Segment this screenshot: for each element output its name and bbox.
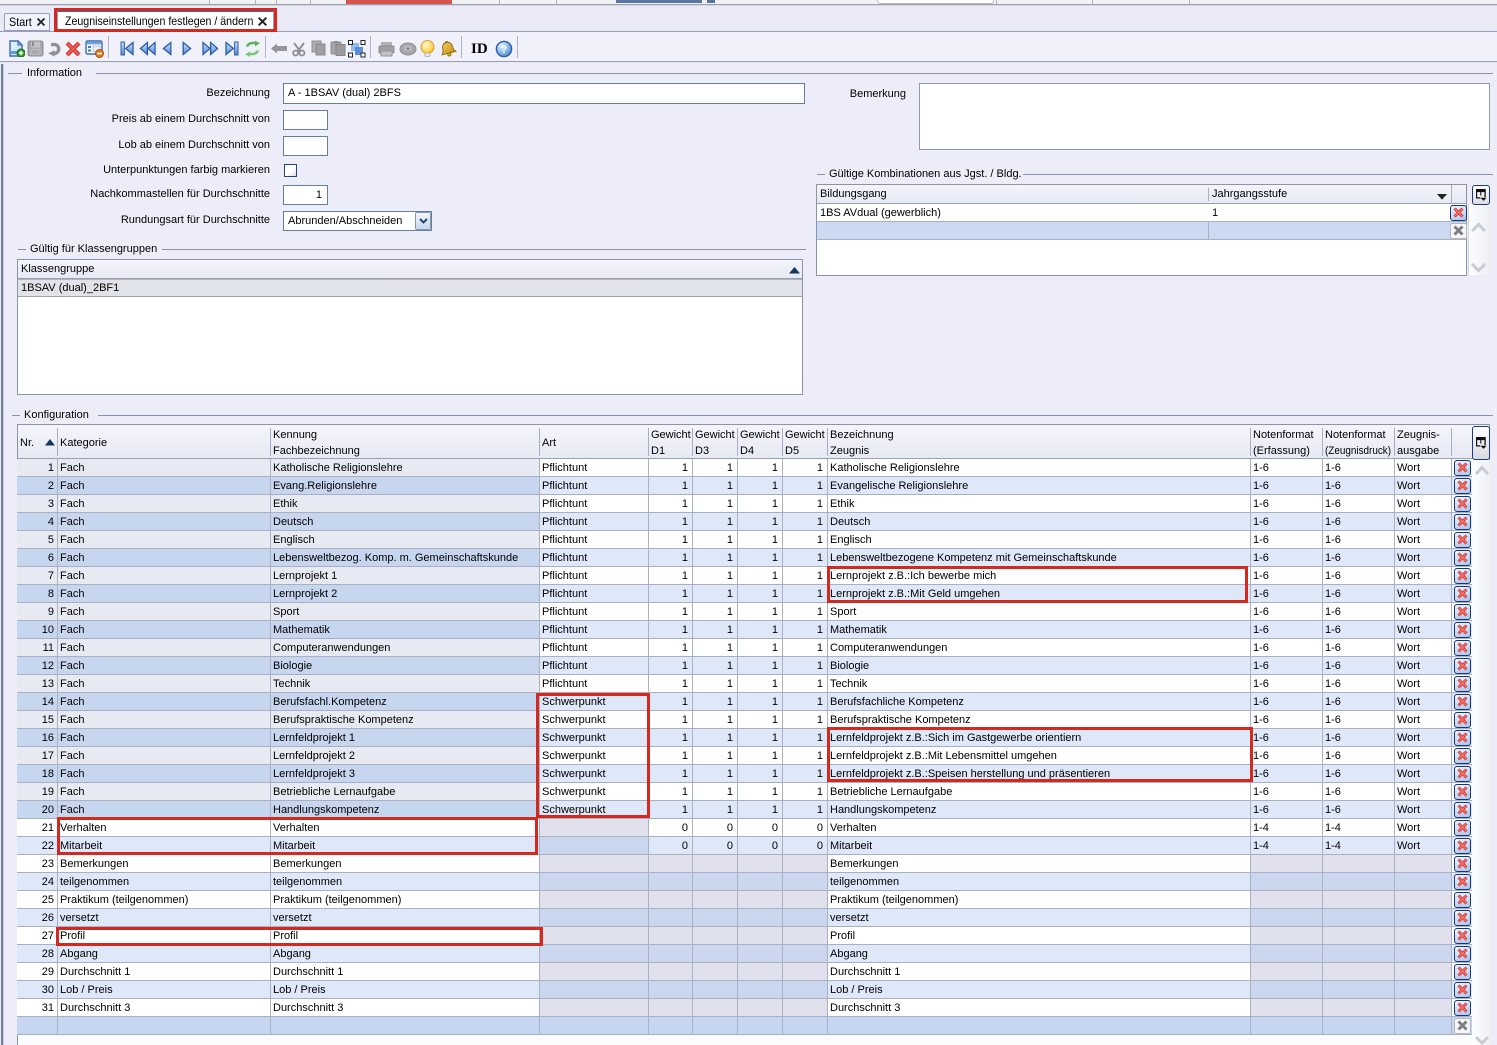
svg-text:?: ? bbox=[501, 44, 508, 56]
